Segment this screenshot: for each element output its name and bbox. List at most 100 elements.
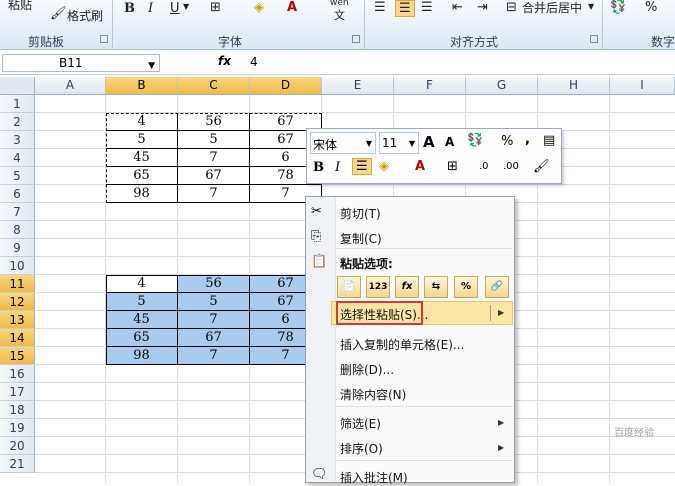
paste-icon[interactable]: 📄: [337, 276, 361, 298]
font-launcher-icon[interactable]: [352, 35, 360, 43]
currency-icon[interactable]: 💱: [467, 133, 483, 148]
row-header[interactable]: 12: [0, 293, 35, 311]
menu-item-delete[interactable]: 删除(D)...: [340, 361, 394, 378]
row-header[interactable]: 7: [0, 203, 35, 221]
menu-item-cut[interactable]: 剪切(T): [340, 205, 381, 222]
formula-input[interactable]: 4: [250, 55, 258, 69]
grow-font-button[interactable]: A: [423, 133, 435, 151]
increase-decimal-button[interactable]: .0: [479, 161, 489, 172]
decrease-indent-icon[interactable]: ⇤: [452, 0, 463, 15]
merge-center-button[interactable]: 合并后居中: [522, 0, 582, 16]
size-select[interactable]: 11 ▼: [379, 132, 419, 154]
chevron-down-icon[interactable]: ▼: [588, 2, 594, 11]
column-header[interactable]: G: [466, 77, 538, 95]
row-header[interactable]: 3: [0, 131, 35, 149]
row-header[interactable]: 1: [0, 95, 35, 113]
clipboard-icon: 📋: [311, 254, 328, 269]
align-right-icon[interactable]: ☰: [421, 0, 433, 15]
column-header[interactable]: B: [106, 77, 178, 95]
row-header[interactable]: 20: [0, 437, 35, 455]
alignment-launcher-icon[interactable]: [590, 35, 598, 43]
menu-item-filter[interactable]: 筛选(E): [340, 415, 381, 432]
menu-item-sort[interactable]: 排序(O): [340, 440, 383, 457]
format-painter-icon[interactable]: 🖌: [533, 159, 550, 174]
fill-color-icon[interactable]: ◈: [379, 159, 389, 174]
format-cells-icon[interactable]: ▤: [543, 133, 555, 148]
paste-formatting-icon[interactable]: %: [454, 276, 478, 298]
row-header[interactable]: 18: [0, 401, 35, 419]
row-header[interactable]: 16: [0, 365, 35, 383]
paste-formulas-button[interactable]: fx: [395, 276, 419, 298]
row-header[interactable]: 6: [0, 185, 35, 203]
menu-item-insert-comment[interactable]: 插入批注(M): [340, 469, 408, 486]
column-header[interactable]: D: [250, 77, 322, 95]
chevron-down-icon[interactable]: ▼: [183, 2, 189, 11]
row-header[interactable]: 10: [0, 257, 35, 275]
chevron-down-icon[interactable]: ▼: [366, 139, 372, 148]
format-painter-button[interactable]: 格式刷: [67, 7, 103, 24]
italic-button[interactable]: I: [335, 160, 340, 175]
italic-button[interactable]: I: [148, 1, 153, 16]
row-header[interactable]: 4: [0, 149, 35, 167]
chevron-right-icon[interactable]: ▶: [498, 308, 665, 317]
column-header[interactable]: C: [178, 77, 250, 95]
row-header[interactable]: 14: [0, 329, 35, 347]
row-header[interactable]: 13: [0, 311, 35, 329]
menu-item-clear[interactable]: 清除内容(N): [340, 386, 406, 403]
select-all-corner[interactable]: [0, 77, 35, 95]
menu-item-copy[interactable]: 复制(C): [340, 230, 382, 247]
merge-icon[interactable]: ⊟: [506, 0, 517, 15]
increase-indent-icon[interactable]: ⇥: [477, 0, 488, 15]
row-header[interactable]: 2: [0, 113, 35, 131]
row-header[interactable]: 8: [0, 221, 35, 239]
row-header[interactable]: 15: [0, 347, 35, 365]
shrink-font-button[interactable]: A: [445, 135, 454, 149]
row-header[interactable]: 17: [0, 383, 35, 401]
column-header[interactable]: A: [35, 77, 106, 95]
paste-transpose-icon[interactable]: ⇆: [424, 276, 448, 298]
row-header[interactable]: 9: [0, 239, 35, 257]
underline-button[interactable]: U: [170, 1, 180, 16]
paste-values-button[interactable]: 123: [366, 276, 390, 298]
clipboard-launcher-icon[interactable]: [100, 35, 108, 43]
chevron-down-icon[interactable]: ▼: [148, 58, 155, 74]
chevron-right-icon[interactable]: ▶: [498, 443, 665, 452]
percent-button[interactable]: %: [645, 0, 657, 15]
align-left-icon[interactable]: ☰: [374, 0, 386, 15]
currency-icon[interactable]: 💱: [610, 0, 626, 15]
row-header[interactable]: 21: [0, 455, 35, 473]
font-color-icon[interactable]: A: [287, 0, 297, 15]
row-header[interactable]: 19: [0, 419, 35, 437]
ribbon: 粘贴 🖌 格式刷 剪贴板 B I U ▼ ⊞ ◈ A wén 文 字体 ☰ ☰ …: [0, 0, 675, 50]
paste-link-icon[interactable]: 🔗: [485, 276, 509, 298]
format-painter-icon[interactable]: 🖌: [50, 6, 67, 21]
align-center-icon[interactable]: ☰: [352, 158, 372, 175]
column-header[interactable]: F: [394, 77, 466, 95]
column-header[interactable]: E: [322, 77, 394, 95]
name-box[interactable]: B11 ▼: [2, 54, 160, 72]
bold-button[interactable]: B: [313, 160, 324, 175]
align-center-icon[interactable]: ☰: [395, 0, 415, 17]
comma-button[interactable]: ,: [525, 132, 530, 147]
row-header[interactable]: 11: [0, 275, 35, 293]
paste-button-label[interactable]: 粘贴: [8, 0, 32, 13]
mini-toolbar: 宋体 ▼ 11 ▼ A A 💱 % , ▤ B I ☰ ◈ A ⊞ .0 .00 🖌: [306, 128, 562, 184]
column-header[interactable]: H: [538, 77, 610, 95]
menu-item-insert-copied[interactable]: 插入复制的单元格(E)...: [340, 336, 464, 353]
border-icon[interactable]: ⊞: [447, 159, 458, 174]
bold-button[interactable]: B: [124, 1, 135, 16]
divider: [602, 0, 603, 50]
fill-color-icon[interactable]: ◈: [254, 0, 264, 15]
decrease-decimal-button[interactable]: .00: [503, 161, 519, 172]
phonetic-char[interactable]: 文: [334, 7, 345, 23]
border-icon[interactable]: ⊞: [210, 0, 221, 15]
chevron-down-icon[interactable]: ▼: [409, 139, 415, 148]
font-select[interactable]: 宋体 ▼: [310, 132, 376, 154]
column-header[interactable]: I: [610, 77, 675, 95]
scissors-icon: ✂: [311, 204, 322, 219]
divider: [112, 0, 113, 50]
font-color-button[interactable]: A: [415, 159, 425, 174]
fx-icon[interactable]: fx: [218, 54, 231, 68]
row-header[interactable]: 5: [0, 167, 35, 185]
percent-button[interactable]: %: [501, 134, 513, 149]
